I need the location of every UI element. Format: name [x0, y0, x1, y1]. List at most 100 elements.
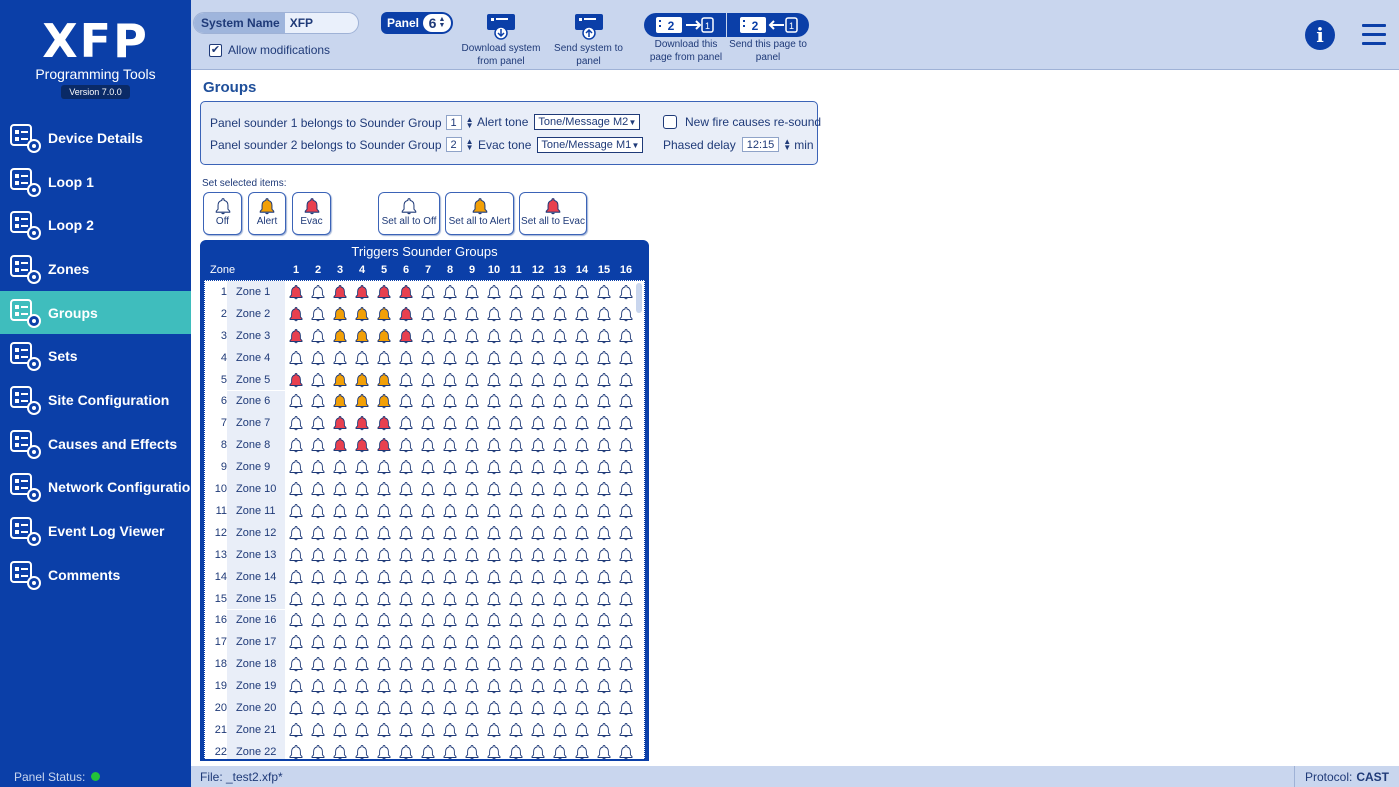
bell-off-icon[interactable]: [461, 347, 483, 369]
bell-off-icon[interactable]: [373, 588, 395, 610]
bell-off-icon[interactable]: [329, 544, 351, 566]
bell-off-icon[interactable]: [571, 609, 593, 631]
bell-off-icon[interactable]: [417, 741, 439, 759]
send-system-button[interactable]: Send system to panel: [551, 12, 626, 68]
bell-off-icon[interactable]: [351, 697, 373, 719]
bell-off-icon[interactable]: [483, 544, 505, 566]
sounder2-input[interactable]: 2: [445, 137, 462, 152]
sounder-group-column-header[interactable]: 15: [593, 264, 615, 276]
bell-off-icon[interactable]: [307, 719, 329, 741]
bell-off-icon[interactable]: [439, 303, 461, 325]
bell-off-icon[interactable]: [285, 500, 307, 522]
bell-off-icon[interactable]: [439, 675, 461, 697]
bell-off-icon[interactable]: [483, 478, 505, 500]
bell-off-icon[interactable]: [395, 456, 417, 478]
bell-off-icon[interactable]: [505, 325, 527, 347]
bell-off-icon[interactable]: [373, 456, 395, 478]
bell-off-icon[interactable]: [593, 588, 615, 610]
bell-off-icon[interactable]: [571, 588, 593, 610]
bell-off-icon[interactable]: [483, 675, 505, 697]
bell-off-icon[interactable]: [307, 675, 329, 697]
bell-off-icon[interactable]: [395, 609, 417, 631]
set-off-button[interactable]: Off: [203, 192, 242, 235]
bell-off-icon[interactable]: [329, 566, 351, 588]
bell-off-icon[interactable]: [461, 325, 483, 347]
bell-off-icon[interactable]: [329, 741, 351, 759]
bell-off-icon[interactable]: [417, 544, 439, 566]
bell-off-icon[interactable]: [395, 653, 417, 675]
bell-off-icon[interactable]: [505, 522, 527, 544]
bell-off-icon[interactable]: [505, 741, 527, 759]
sidebar-item-loop-1[interactable]: Loop 1: [0, 160, 191, 204]
bell-alert-icon[interactable]: [329, 303, 351, 325]
bell-off-icon[interactable]: [527, 390, 549, 412]
bell-off-icon[interactable]: [417, 500, 439, 522]
bell-off-icon[interactable]: [285, 697, 307, 719]
bell-off-icon[interactable]: [285, 347, 307, 369]
bell-off-icon[interactable]: [439, 390, 461, 412]
bell-off-icon[interactable]: [329, 500, 351, 522]
zone-name[interactable]: Zone 1: [227, 281, 285, 303]
bell-off-icon[interactable]: [307, 478, 329, 500]
bell-evac-icon[interactable]: [373, 434, 395, 456]
bell-off-icon[interactable]: [505, 588, 527, 610]
bell-off-icon[interactable]: [505, 631, 527, 653]
bell-off-icon[interactable]: [593, 522, 615, 544]
bell-off-icon[interactable]: [439, 434, 461, 456]
bell-off-icon[interactable]: [593, 412, 615, 434]
bell-off-icon[interactable]: [593, 478, 615, 500]
bell-off-icon[interactable]: [505, 434, 527, 456]
bell-off-icon[interactable]: [461, 697, 483, 719]
sounder-group-column-header[interactable]: 4: [351, 264, 373, 276]
bell-off-icon[interactable]: [307, 522, 329, 544]
bell-off-icon[interactable]: [593, 456, 615, 478]
allow-modifications[interactable]: ✔ Allow modifications: [209, 43, 330, 57]
bell-off-icon[interactable]: [351, 588, 373, 610]
bell-off-icon[interactable]: [571, 456, 593, 478]
bell-off-icon[interactable]: [417, 412, 439, 434]
bell-off-icon[interactable]: [527, 609, 549, 631]
bell-off-icon[interactable]: [527, 544, 549, 566]
bell-evac-icon[interactable]: [351, 434, 373, 456]
bell-off-icon[interactable]: [527, 588, 549, 610]
bell-off-icon[interactable]: [549, 281, 571, 303]
bell-off-icon[interactable]: [549, 325, 571, 347]
bell-off-icon[interactable]: [307, 653, 329, 675]
bell-off-icon[interactable]: [461, 631, 483, 653]
bell-off-icon[interactable]: [285, 522, 307, 544]
sounder-group-column-header[interactable]: 9: [461, 264, 483, 276]
bell-off-icon[interactable]: [461, 303, 483, 325]
bell-off-icon[interactable]: [285, 588, 307, 610]
bell-off-icon[interactable]: [505, 347, 527, 369]
bell-off-icon[interactable]: [593, 369, 615, 391]
bell-off-icon[interactable]: [373, 566, 395, 588]
bell-off-icon[interactable]: [615, 544, 637, 566]
bell-off-icon[interactable]: [395, 566, 417, 588]
bell-off-icon[interactable]: [483, 390, 505, 412]
sounder-group-column-header[interactable]: 5: [373, 264, 395, 276]
bell-evac-icon[interactable]: [373, 281, 395, 303]
bell-off-icon[interactable]: [461, 609, 483, 631]
bell-off-icon[interactable]: [307, 369, 329, 391]
bell-off-icon[interactable]: [373, 522, 395, 544]
bell-off-icon[interactable]: [307, 588, 329, 610]
bell-off-icon[interactable]: [483, 741, 505, 759]
bell-off-icon[interactable]: [285, 478, 307, 500]
bell-off-icon[interactable]: [351, 347, 373, 369]
zone-name[interactable]: Zone 4: [227, 346, 285, 369]
bell-off-icon[interactable]: [307, 609, 329, 631]
bell-off-icon[interactable]: [527, 434, 549, 456]
bell-off-icon[interactable]: [549, 390, 571, 412]
bell-off-icon[interactable]: [329, 609, 351, 631]
bell-off-icon[interactable]: [395, 588, 417, 610]
bell-off-icon[interactable]: [395, 434, 417, 456]
bell-off-icon[interactable]: [417, 609, 439, 631]
set-all-evac-button[interactable]: Set all to Evac: [519, 192, 587, 235]
bell-alert-icon[interactable]: [351, 325, 373, 347]
zone-name[interactable]: Zone 22: [227, 740, 285, 759]
bell-off-icon[interactable]: [549, 719, 571, 741]
bell-off-icon[interactable]: [395, 390, 417, 412]
zone-name[interactable]: Zone 9: [227, 456, 285, 479]
bell-off-icon[interactable]: [593, 434, 615, 456]
bell-off-icon[interactable]: [329, 588, 351, 610]
